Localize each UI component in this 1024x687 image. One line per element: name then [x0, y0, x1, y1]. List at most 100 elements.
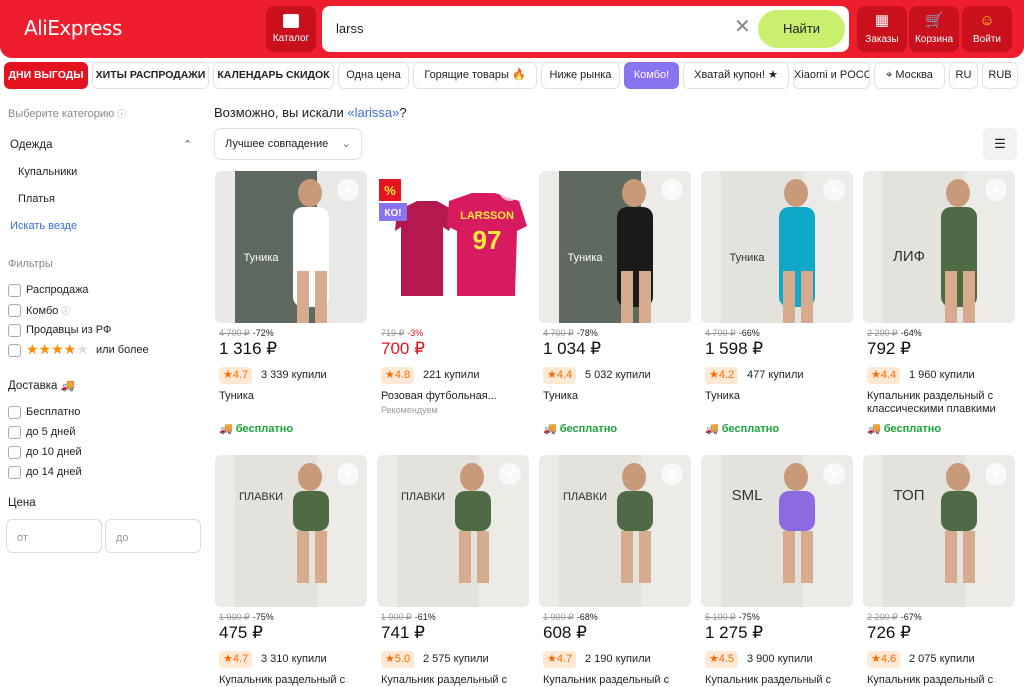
subcategory-dresses[interactable]: Платья [18, 193, 55, 205]
product-title[interactable]: Розовая футбольная... [381, 390, 527, 403]
filter-russian-sellers-checkbox[interactable] [8, 324, 21, 337]
delivery-5days-checkbox[interactable] [8, 426, 21, 439]
cart-button[interactable]: 🛒 Корзина [909, 6, 959, 52]
view-toggle-button[interactable]: ☰ [983, 128, 1017, 160]
chip-benefit-days[interactable]: ДНИ ВЫГОДЫ [4, 62, 88, 89]
recommended-tag: Рекомендуем [381, 405, 438, 415]
price-from-input[interactable]: от [6, 519, 102, 553]
jersey-number-text: 97 [473, 225, 502, 255]
rating-stars-icon: ★★★★★ [26, 341, 89, 357]
product-title[interactable]: Купальник раздельный с [705, 674, 851, 687]
filter-combo-checkbox[interactable] [8, 304, 21, 317]
favorite-heart-icon[interactable]: ♥ [823, 463, 845, 485]
price-to-input[interactable]: до [105, 519, 201, 553]
old-price-row: 2 200 ₽ -67% [867, 612, 922, 623]
filter-sale-checkbox[interactable] [8, 284, 21, 297]
product-image[interactable]: Туника ♥ [215, 171, 367, 323]
filter-rating-checkbox[interactable] [8, 344, 21, 357]
location-selector[interactable]: ⌖ Москва [874, 62, 945, 89]
discount-percent: -75% [738, 612, 760, 622]
chip-one-price[interactable]: Одна цена [338, 62, 409, 89]
favorite-heart-icon[interactable]: ♥ [661, 463, 683, 485]
delivery-14days-checkbox[interactable] [8, 466, 21, 479]
chip-sale-hits[interactable]: ХИТЫ РАСПРОДАЖИ [92, 62, 209, 89]
product-image[interactable]: LARSSON 97% КО! ♥ [377, 171, 529, 323]
chip-hot-deals[interactable]: Горящие товары 🔥 [413, 62, 537, 89]
product-title[interactable]: Купальник раздельный с [381, 674, 527, 687]
favorite-heart-icon[interactable]: ♥ [499, 179, 521, 201]
product-price: 741 ₽ [381, 623, 425, 642]
sold-count: 477 купили [747, 369, 804, 381]
favorite-heart-icon[interactable]: ♥ [985, 463, 1007, 485]
product-image[interactable]: Туника ♥ [539, 171, 691, 323]
smiley-icon: ☺ [979, 12, 995, 29]
model-leg [639, 531, 651, 583]
favorite-heart-icon[interactable]: ♥ [337, 463, 359, 485]
suggestion-link[interactable]: «larissa» [347, 105, 399, 120]
subcategory-swimwear[interactable]: Купальники [18, 166, 77, 178]
rating-badge: ★4.7 [219, 651, 253, 668]
product-title[interactable]: Купальник раздельный с [219, 674, 365, 687]
old-price: 2 200 ₽ [867, 328, 898, 338]
filters-title: Фильтры [8, 258, 53, 270]
catalog-button[interactable]: Каталог [266, 6, 316, 52]
favorite-heart-icon[interactable]: ♥ [823, 179, 845, 201]
product-image[interactable]: ПЛАВКИ ♥ [215, 455, 367, 607]
search-submit-button[interactable]: Найти [758, 10, 845, 48]
old-price: 2 200 ₽ [867, 612, 898, 622]
chip-grab-coupon[interactable]: Хватай купон! ★ [683, 62, 789, 89]
aliexpress-logo[interactable]: AliExpress [24, 16, 122, 40]
promo-chips-bar: ДНИ ВЫГОДЫ ХИТЫ РАСПРОДАЖИ КАЛЕНДАРЬ СКИ… [0, 62, 1024, 90]
product-price: 1 275 ₽ [705, 623, 764, 642]
model-leg [621, 531, 633, 583]
product-title[interactable]: Туника [219, 390, 365, 403]
chip-discount-calendar[interactable]: КАЛЕНДАРЬ СКИДОК [213, 62, 334, 89]
percent-icon: % [384, 183, 396, 198]
search-everywhere-link[interactable]: Искать везде [10, 220, 77, 232]
model-head [298, 179, 322, 207]
currency-selector[interactable]: RUB [982, 62, 1018, 89]
product-image[interactable]: ПЛАВКИ ♥ [539, 455, 691, 607]
chevron-up-icon[interactable]: ⌃ [183, 138, 192, 151]
chip-combo[interactable]: Комбо! [624, 62, 679, 89]
sort-dropdown[interactable]: Лучшее совпадение ⌄ [214, 128, 362, 160]
free-delivery-badge: 🚚 бесплатно [867, 423, 942, 435]
delivery-free-checkbox[interactable] [8, 406, 21, 419]
category-clothing[interactable]: Одежда [10, 139, 52, 151]
product-price: 1 316 ₽ [219, 339, 278, 358]
chip-below-market[interactable]: Ниже рынка [541, 62, 620, 89]
login-button[interactable]: ☺ Войти [962, 6, 1012, 52]
favorite-heart-icon[interactable]: ♥ [337, 179, 359, 201]
login-label: Войти [973, 34, 1001, 45]
search-input[interactable]: larss [336, 21, 363, 36]
chip-xiaomi-poco[interactable]: Xiaomi и POCO [793, 62, 870, 89]
model-leg [621, 271, 633, 323]
clear-search-icon[interactable]: ✕ [734, 17, 751, 37]
delivery-10days-checkbox[interactable] [8, 446, 21, 459]
truck-icon: 🚚 [60, 380, 75, 392]
product-title[interactable]: Купальник раздельный с классическими пла… [867, 390, 1013, 416]
product-image[interactable]: Туника ♥ [701, 171, 853, 323]
product-label-text: Туника [730, 252, 766, 264]
orders-button[interactable]: ▦ Заказы [857, 6, 907, 52]
product-price: 608 ₽ [543, 623, 587, 642]
product-image[interactable]: ПЛАВКИ ♥ [377, 455, 529, 607]
choose-category-label: Выберите категорию [8, 108, 115, 120]
product-title[interactable]: Купальник раздельный с [867, 674, 1013, 687]
favorite-heart-icon[interactable]: ♥ [661, 179, 683, 201]
product-image[interactable]: ЛИФ ♥ [863, 171, 1015, 323]
product-title[interactable]: Купальник раздельный с [543, 674, 689, 687]
did-you-mean-suffix: ? [399, 105, 407, 120]
filter-sale-label: Распродажа [26, 284, 89, 296]
product-image[interactable]: SML ♥ [701, 455, 853, 607]
delivery-14days-label: до 14 дней [26, 466, 82, 478]
product-title[interactable]: Туника [543, 390, 689, 403]
top-header: AliExpress Каталог larss ✕ Найти ▦ Заказ… [0, 0, 1024, 58]
favorite-heart-icon[interactable]: ♥ [499, 463, 521, 485]
favorite-heart-icon[interactable]: ♥ [985, 179, 1007, 201]
product-title[interactable]: Туника [705, 390, 851, 403]
model-leg [477, 531, 489, 583]
language-selector[interactable]: RU [949, 62, 978, 89]
rating-badge: ★4.5 [705, 651, 739, 668]
product-image[interactable]: ТОП ♥ [863, 455, 1015, 607]
